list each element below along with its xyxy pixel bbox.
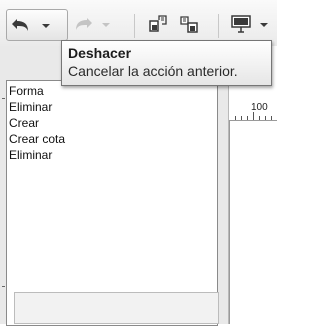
undo-arrow-icon bbox=[12, 19, 28, 31]
redo-dropdown-button[interactable] bbox=[100, 12, 112, 36]
redo-arrow-icon bbox=[76, 18, 92, 30]
ruler-tick bbox=[247, 116, 248, 120]
toolbar-separator bbox=[218, 14, 219, 38]
tooltip-title: Deshacer bbox=[68, 45, 132, 61]
ruler-tick bbox=[265, 116, 266, 120]
ruler-tick bbox=[235, 116, 236, 120]
chevron-down-icon bbox=[102, 23, 110, 27]
horizontal-ruler: 100 bbox=[229, 100, 277, 121]
slide-show-button[interactable] bbox=[229, 12, 253, 36]
undo-dropdown-button[interactable] bbox=[39, 13, 53, 37]
undo-split-button[interactable] bbox=[6, 9, 68, 41]
toolbar-separator bbox=[134, 14, 135, 38]
panel-bottom-field[interactable] bbox=[14, 292, 219, 324]
paste-format-button[interactable] bbox=[177, 12, 201, 36]
slide-show-dropdown-button[interactable] bbox=[258, 12, 270, 36]
paste-format-icon bbox=[180, 16, 198, 33]
history-item[interactable]: Crear bbox=[9, 115, 217, 131]
ruler-tick bbox=[253, 112, 254, 120]
undo-tooltip: Deshacer Cancelar la acción anterior. bbox=[61, 40, 272, 86]
ruler-tick bbox=[271, 116, 272, 120]
ruler-tick bbox=[241, 116, 242, 120]
chevron-down-icon bbox=[260, 23, 268, 27]
panel-edge-mark bbox=[2, 286, 5, 287]
canvas-border bbox=[229, 121, 230, 324]
undo-button[interactable] bbox=[9, 13, 35, 37]
tooltip-description: Cancelar la acción anterior. bbox=[68, 63, 238, 79]
ruler-tick bbox=[259, 116, 260, 120]
copy-format-button[interactable] bbox=[147, 12, 171, 36]
redo-button[interactable] bbox=[72, 12, 96, 36]
chevron-down-icon bbox=[42, 24, 50, 28]
history-panel: Forma Eliminar Crear Crear cota Eliminar bbox=[0, 46, 229, 326]
drawing-canvas[interactable]: 100 bbox=[229, 46, 277, 324]
history-item[interactable]: Eliminar bbox=[9, 147, 217, 163]
copy-format-icon bbox=[149, 15, 167, 32]
history-item[interactable]: Crear cota bbox=[9, 131, 217, 147]
panel-edge-mark bbox=[2, 98, 5, 99]
slide-show-icon bbox=[231, 15, 251, 33]
history-item[interactable]: Eliminar bbox=[9, 99, 217, 115]
history-list[interactable]: Forma Eliminar Crear Crear cota Eliminar bbox=[6, 80, 218, 326]
